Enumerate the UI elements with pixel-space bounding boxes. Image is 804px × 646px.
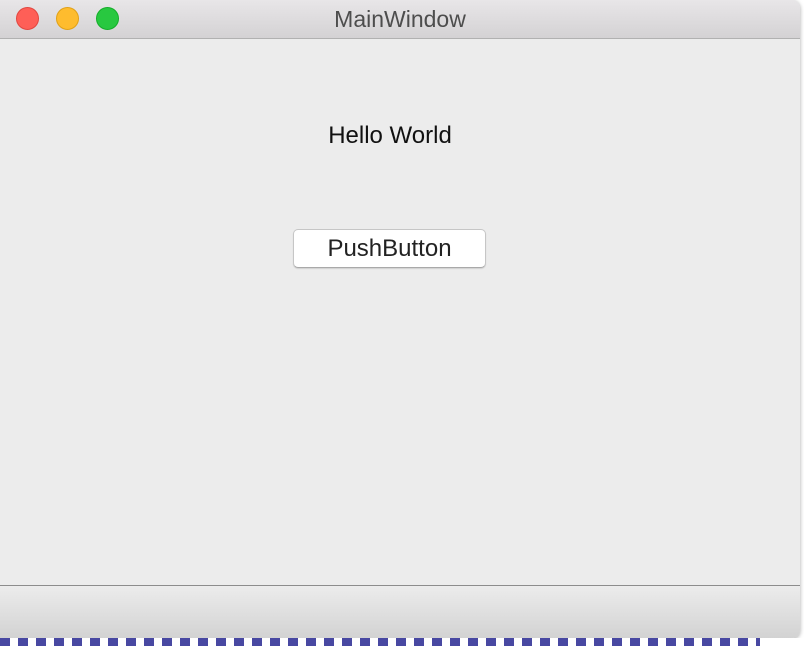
main-window: MainWindow Hello World PushButton (0, 0, 800, 638)
central-widget: Hello World PushButton (0, 39, 800, 585)
background-page-text (0, 638, 760, 646)
title-bar[interactable]: MainWindow (0, 0, 800, 39)
background-page-strip (0, 638, 804, 646)
status-bar (0, 585, 800, 638)
hello-label: Hello World (328, 122, 452, 149)
window-title: MainWindow (334, 6, 466, 32)
push-button[interactable]: PushButton (293, 229, 486, 268)
